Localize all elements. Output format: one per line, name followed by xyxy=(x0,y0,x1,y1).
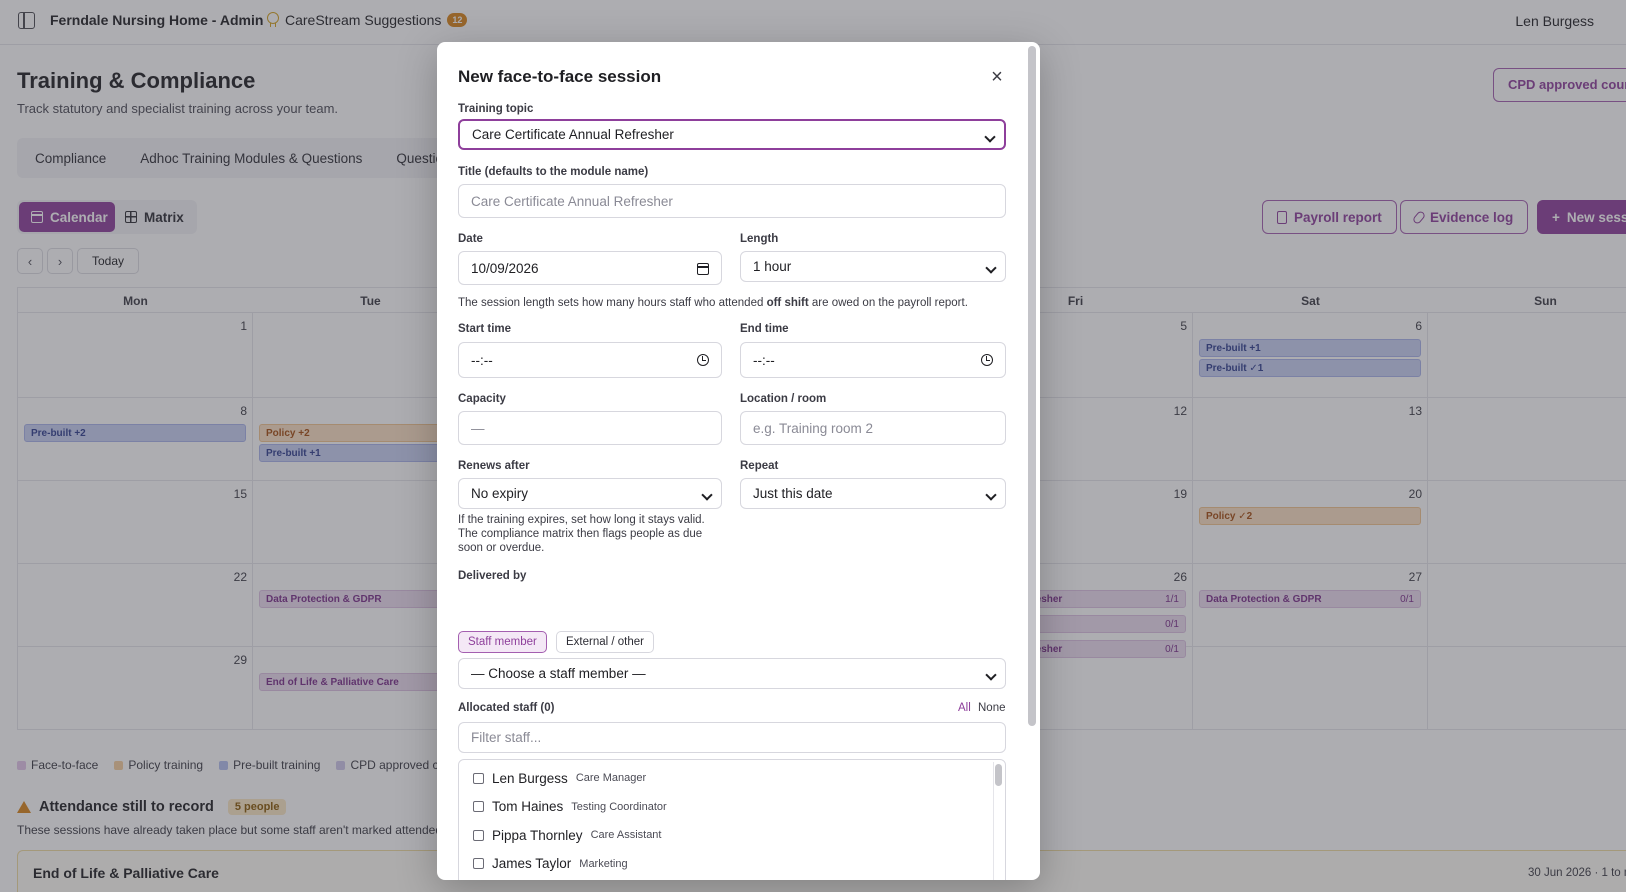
staff-role: Testing Coordinator xyxy=(571,800,667,813)
staff-role: Care Manager xyxy=(575,772,647,784)
repeat-label: Repeat xyxy=(740,460,779,472)
start-time-input[interactable]: --:-- xyxy=(458,342,722,378)
staff-name: Tom Haines xyxy=(492,799,564,814)
renews-select[interactable]: No expiry xyxy=(458,478,722,509)
end-time-input[interactable]: --:-- xyxy=(740,342,1006,378)
staff-checkbox[interactable] xyxy=(473,772,484,784)
date-input[interactable]: 10/09/2026 xyxy=(458,251,722,285)
staff-name: Pippa Thornley xyxy=(492,827,583,843)
capacity-input[interactable]: — xyxy=(458,411,722,445)
staff-member-select[interactable]: — Choose a staff member — xyxy=(458,658,1006,689)
length-select[interactable]: 1 hour xyxy=(740,251,1006,282)
date-value: 10/09/2026 xyxy=(471,260,539,276)
delivered-staff-chip[interactable]: Staff member xyxy=(458,631,547,653)
staff-filter-input[interactable]: Filter staff... xyxy=(458,722,1006,753)
start-time-value: --:-- xyxy=(471,352,493,368)
renews-help-text: If the training expires, set how long it… xyxy=(458,514,705,554)
staff-role: Care Assistant xyxy=(590,829,662,841)
start-time-label: Start time xyxy=(458,323,512,335)
title-input[interactable]: Care Certificate Annual Refresher xyxy=(458,184,1006,218)
repeat-select[interactable]: Just this date xyxy=(740,478,1006,509)
close-icon[interactable]: × xyxy=(988,67,1006,87)
renews-label: Renews after xyxy=(458,460,530,472)
delivered-by-label: Delivered by xyxy=(458,570,527,582)
staff-role: Marketing xyxy=(579,857,628,870)
capacity-label: Capacity xyxy=(458,393,506,405)
staff-name: Len Burgess xyxy=(492,770,568,786)
location-input[interactable]: e.g. Training room 2 xyxy=(740,411,1006,445)
staff-name: James Taylor xyxy=(492,856,572,871)
allocated-staff-label: Allocated staff (0) xyxy=(458,702,555,714)
staff-list: Len Burgess Care Manager Tom Haines Testing… xyxy=(458,759,1006,880)
title-label: Title (defaults to the module name) xyxy=(458,166,649,178)
topic-label: Training topic xyxy=(458,103,534,115)
modal-scrollbar[interactable] xyxy=(1028,46,1036,726)
clock-icon[interactable] xyxy=(697,354,709,366)
end-time-value: --:-- xyxy=(753,352,775,368)
length-label: Length xyxy=(740,233,779,245)
end-time-label: End time xyxy=(740,323,789,335)
select-all-link[interactable]: All xyxy=(958,702,971,714)
location-label: Location / room xyxy=(740,393,827,405)
staff-checkbox[interactable] xyxy=(473,829,484,841)
new-session-modal: New face-to-face session × Training topi… xyxy=(437,42,1040,880)
staff-row[interactable]: James Taylor Marketing xyxy=(473,854,628,874)
staff-row[interactable]: Len Burgess Care Manager xyxy=(473,768,646,788)
length-help-text: The session length sets how many hours s… xyxy=(458,297,968,309)
clock-icon[interactable] xyxy=(981,354,993,366)
delivered-external-chip[interactable]: External / other xyxy=(556,631,654,653)
select-none-link[interactable]: None xyxy=(978,702,1006,714)
date-label: Date xyxy=(458,233,483,245)
staff-list-scroll-thumb[interactable] xyxy=(995,764,1002,786)
staff-checkbox[interactable] xyxy=(473,801,484,812)
staff-row[interactable]: Tom Haines Testing Coordinator xyxy=(473,797,667,817)
calendar-picker-icon[interactable] xyxy=(697,263,709,275)
staff-checkbox[interactable] xyxy=(473,858,484,869)
staff-row[interactable]: Pippa Thornley Care Assistant xyxy=(473,825,661,845)
modal-title: New face-to-face session xyxy=(458,67,662,86)
training-topic-select[interactable]: Care Certificate Annual Refresher xyxy=(458,119,1006,150)
